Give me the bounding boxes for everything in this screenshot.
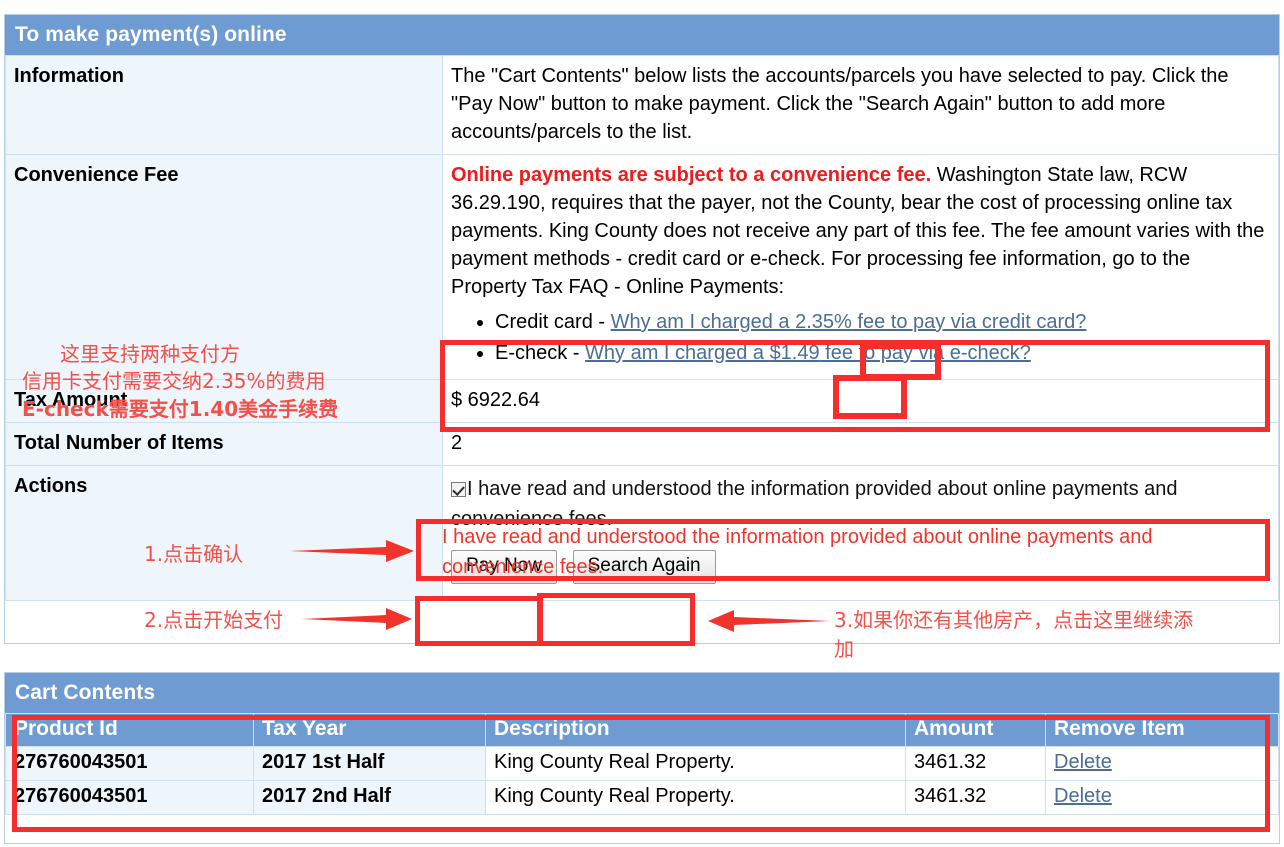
e-check-fee-amount: $1.49 [769,342,820,364]
annotation-step1-text: 1.点击确认 [144,542,244,566]
pay-now-button[interactable]: Pay Now [451,550,558,584]
cell-amount: 3461.32 [905,780,1046,815]
cart-header-title: Cart Contents [5,673,1279,713]
column-header-amount: Amount [905,713,1046,747]
table-row: 276760043501 2017 1st Half King County R… [5,746,1279,781]
table-row-actions: Actions I have read and understood the i… [5,465,1279,601]
label-actions-text: Actions [14,475,88,497]
table-row: 276760043501 2017 2nd Half King County R… [5,780,1279,815]
annotation-fee-note-line3: E-check需要支付1.40美金手续费 [22,397,339,421]
e-check-prefix: E-check - [495,342,586,364]
delete-link[interactable]: Delete [1054,785,1112,807]
cell-tax-year: 2017 1st Half [253,746,486,781]
credit-card-link-pre: Why am I charged a [610,311,796,333]
panel-header-title: To make payment(s) online [5,15,1279,55]
value-actions: I have read and understood the informati… [442,465,1279,601]
column-header-remove-item: Remove Item [1045,713,1279,747]
column-header-product-id: Product Id [5,713,254,747]
value-total-items: 2 [442,422,1279,466]
cell-tax-year: 2017 2nd Half [253,780,486,815]
annotation-step3-line1: 3.如果你还有其他房产，点击这里继续添 [834,608,1194,632]
terms-agreement-row[interactable]: I have read and understood the informati… [451,472,1270,534]
list-item-e-check: E-check - Why am I charged a $1.49 fee t… [495,338,1270,369]
annotation-fee-note-line1: 这里支持两种支付方 [60,342,240,366]
cart-contents-table: Product Id Tax Year Description Amount R… [5,713,1279,815]
label-convenience-fee-text: Convenience Fee [14,164,179,186]
credit-card-fee-rate: 2.35% [795,311,852,333]
label-information: Information [5,55,443,155]
cell-description: King County Real Property. [485,780,906,815]
action-buttons: Pay Now Search Again [451,550,1270,584]
column-header-description: Description [485,713,906,747]
delete-link[interactable]: Delete [1054,751,1112,773]
list-item-credit-card: Credit card - Why am I charged a 2.35% f… [495,307,1270,338]
table-row-information: Information The "Cart Contents" below li… [5,55,1279,155]
annotation-arrow-step2 [302,608,412,630]
annotation-step3-line2: 加 [834,637,854,661]
payment-info-table: Information The "Cart Contents" below li… [5,55,1279,601]
annotation-arrow-step1 [290,540,414,562]
value-information: The "Cart Contents" below lists the acco… [442,55,1279,155]
cell-product-id: 276760043501 [5,780,254,815]
convenience-fee-lead: Online payments are subject to a conveni… [451,164,932,186]
credit-card-prefix: Credit card - [495,311,611,333]
annotation-fee-note-line2: 信用卡支付需要交纳2.35%的费用 [22,369,326,393]
search-again-button[interactable]: Search Again [572,550,716,584]
cart-header-row: Product Id Tax Year Description Amount R… [5,713,1279,747]
label-actions: Actions [5,465,443,601]
cell-product-id: 276760043501 [5,746,254,781]
column-header-tax-year: Tax Year [253,713,486,747]
cart-contents-panel: Cart Contents Product Id Tax Year Descri… [4,672,1280,844]
credit-card-link-post: fee to pay via credit card? [851,311,1087,333]
terms-checkbox-label: I have read and understood the informati… [451,478,1178,530]
value-convenience-fee: Online payments are subject to a conveni… [442,154,1279,380]
value-tax-amount: $ 6922.64 [442,379,1279,423]
e-check-link-post: fee to pay via e-check? [819,342,1031,364]
annotation-step2-text: 2.点击开始支付 [144,608,284,632]
table-row-total-items: Total Number of Items 2 [5,422,1279,466]
e-check-fee-link[interactable]: Why am I charged a $1.49 fee to pay via … [585,342,1031,364]
e-check-link-pre: Why am I charged a [585,342,770,364]
terms-checkbox[interactable] [451,482,466,497]
cell-amount: 3461.32 [905,746,1046,781]
cell-remove: Delete [1045,780,1279,815]
annotation-arrow-step3 [708,610,830,632]
label-total-items: Total Number of Items [5,422,443,466]
cell-description: King County Real Property. [485,746,906,781]
credit-card-fee-link[interactable]: Why am I charged a 2.35% fee to pay via … [611,311,1087,333]
page-root: To make payment(s) online Information Th… [0,0,1284,847]
cell-remove: Delete [1045,746,1279,781]
fee-list: Credit card - Why am I charged a 2.35% f… [451,307,1270,369]
